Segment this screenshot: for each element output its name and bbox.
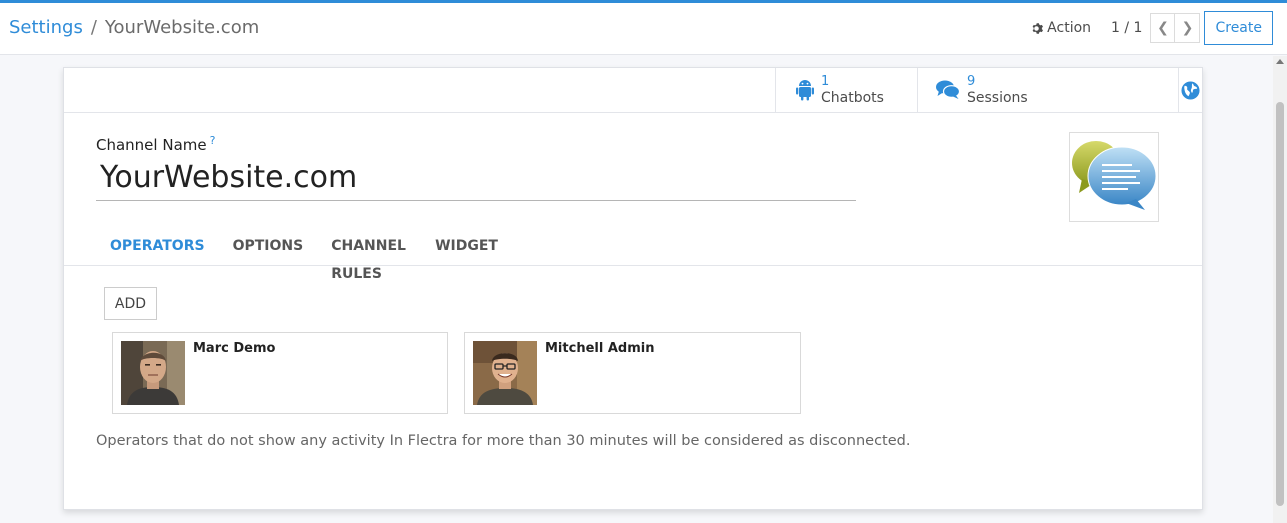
breadcrumb-separator: / (90, 17, 97, 38)
chatbots-label: Chatbots (821, 90, 884, 106)
tab-divider (64, 265, 1202, 266)
breadcrumb-current: YourWebsite.com (104, 17, 260, 38)
chevron-left-icon: ❮ (1157, 20, 1169, 36)
action-menu-button[interactable]: Action (1030, 20, 1091, 36)
add-operator-button[interactable]: ADD (104, 287, 157, 320)
smart-button-box: 1 Chatbots 9 Sessions (64, 68, 1202, 113)
pager-value: 1 / 1 (1111, 20, 1143, 36)
pager-previous-button[interactable]: ❮ (1150, 13, 1176, 43)
scroll-up-arrow-icon[interactable] (1276, 59, 1284, 64)
tab-widget[interactable]: WIDGET (421, 232, 512, 265)
channel-image[interactable] (1069, 132, 1159, 222)
form-sheet: 1 Chatbots 9 Sessions Channel Name ? You… (63, 67, 1203, 510)
globe-icon (1181, 80, 1200, 100)
operator-card-marc-demo[interactable]: Marc Demo (112, 332, 448, 414)
operator-card-mitchell-admin[interactable]: Mitchell Admin (464, 332, 801, 414)
operator-name: Marc Demo (193, 341, 276, 356)
chatbots-count: 1 (821, 74, 830, 89)
vertical-scrollbar[interactable] (1273, 56, 1287, 523)
website-publish-button[interactable] (1178, 68, 1202, 112)
android-icon (796, 80, 814, 101)
pager-next-button[interactable]: ❯ (1175, 13, 1201, 43)
chat-bubbles-icon (1072, 141, 1157, 210)
action-label: Action (1047, 20, 1092, 36)
channel-name-input[interactable]: YourWebsite.com (96, 156, 856, 201)
chevron-right-icon: ❯ (1181, 20, 1194, 36)
comments-icon (936, 80, 960, 99)
operator-avatar (473, 341, 537, 405)
sessions-stat-button[interactable]: 9 Sessions (917, 68, 1178, 112)
operator-name: Mitchell Admin (545, 341, 655, 356)
tab-options[interactable]: OPTIONS (219, 232, 318, 265)
tab-channel-rules[interactable]: CHANNEL RULES (317, 232, 421, 282)
channel-name-label-text: Channel Name (96, 136, 207, 154)
chatbots-stat-button[interactable]: 1 Chatbots (775, 68, 917, 112)
operator-avatar (121, 341, 185, 405)
tab-operators[interactable]: OPERATORS (96, 232, 219, 265)
control-panel-actions: Action 1 / 1 ❮ ❯ Create (1030, 11, 1273, 45)
form-notebook-tabs: OPERATORS OPTIONS CHANNEL RULES WIDGET (96, 232, 512, 282)
channel-name-label: Channel Name? (96, 134, 215, 154)
operators-disconnect-hint: Operators that do not show any activity … (96, 433, 911, 449)
scrollbar-thumb[interactable] (1276, 102, 1284, 506)
create-button[interactable]: Create (1204, 11, 1273, 45)
sessions-label: Sessions (967, 90, 1028, 106)
breadcrumb: Settings / YourWebsite.com (9, 17, 259, 38)
control-panel: Settings / YourWebsite.com Action 1 / 1 … (0, 3, 1287, 55)
help-tooltip-icon[interactable]: ? (210, 134, 216, 147)
sessions-count: 9 (967, 74, 976, 89)
gear-icon (1032, 22, 1044, 34)
breadcrumb-settings-link[interactable]: Settings (9, 17, 83, 38)
